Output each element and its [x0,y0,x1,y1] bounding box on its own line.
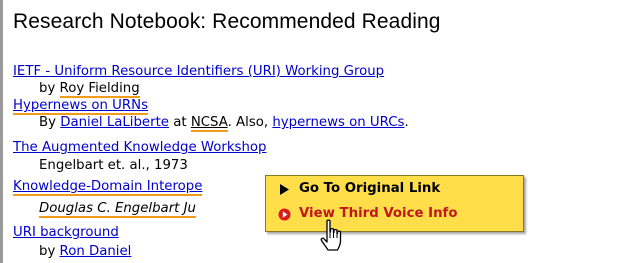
byline-prefix: by [39,244,60,259]
window-left-border [0,0,3,263]
list-item-byline: Douglas C. Engelbart Ju [39,201,196,218]
author-link-ron-daniel[interactable]: Ron Daniel [60,244,132,259]
third-voice-context-menu: Go To Original Link View Third Voice Inf… [265,175,524,232]
entry-link-hypernews-urns[interactable]: Hypernews on URNs [13,98,148,115]
byline-end: . [404,115,409,130]
entry-link-ietf-uri[interactable]: IETF - Uniform Resource Identifiers (URI… [13,64,384,79]
list-item-byline: Engelbart et. al., 1973 [39,158,188,174]
list-item-byline: By Daniel LaLiberte at NCSA. Also, hyper… [39,115,409,132]
triangle-right-icon [278,183,291,196]
byline-prefix: by [39,81,60,96]
menu-item-label: Go To Original Link [299,181,441,196]
annotated-org-ncsa[interactable]: NCSA [190,115,228,132]
annotated-byline-engelbart[interactable]: Douglas C. Engelbart Ju [39,201,196,218]
list-item-byline: by Ron Daniel [39,244,131,260]
entry-link-augmented-knowledge[interactable]: The Augmented Knowledge Workshop [13,140,266,155]
menu-item-go-to-original-link[interactable]: Go To Original Link [266,179,523,201]
list-item-link: Hypernews on URNs [13,98,148,115]
list-item-link: URI background [13,225,119,241]
byline-prefix: By [39,115,61,130]
list-item-link: The Augmented Knowledge Workshop [13,140,266,156]
list-item-byline: by Roy Fielding [39,81,140,98]
link-hypernews-urcs[interactable]: hypernews on URCs [272,115,404,130]
hand-pointer-cursor-icon [318,219,348,253]
list-item-link: IETF - Uniform Resource Identifiers (URI… [13,64,384,80]
list-item-link: Knowledge-Domain Interope [13,179,203,196]
byline-at: at [168,115,191,130]
entry-link-uri-background[interactable]: URI background [13,225,119,240]
byline-also: . Also, [227,115,273,130]
byline-text: Engelbart et. al., 1973 [39,158,188,173]
menu-item-view-third-voice-info[interactable]: View Third Voice Info [266,204,523,226]
page-title: Research Notebook: Recommended Reading [13,10,441,33]
annotated-author-roy-fielding[interactable]: Roy Fielding [59,81,140,98]
entry-link-knowledge-domain[interactable]: Knowledge-Domain Interope [13,179,203,196]
red-circle-arrow-icon [278,208,291,221]
author-link-daniel-laliberte[interactable]: Daniel LaLiberte [60,115,169,130]
